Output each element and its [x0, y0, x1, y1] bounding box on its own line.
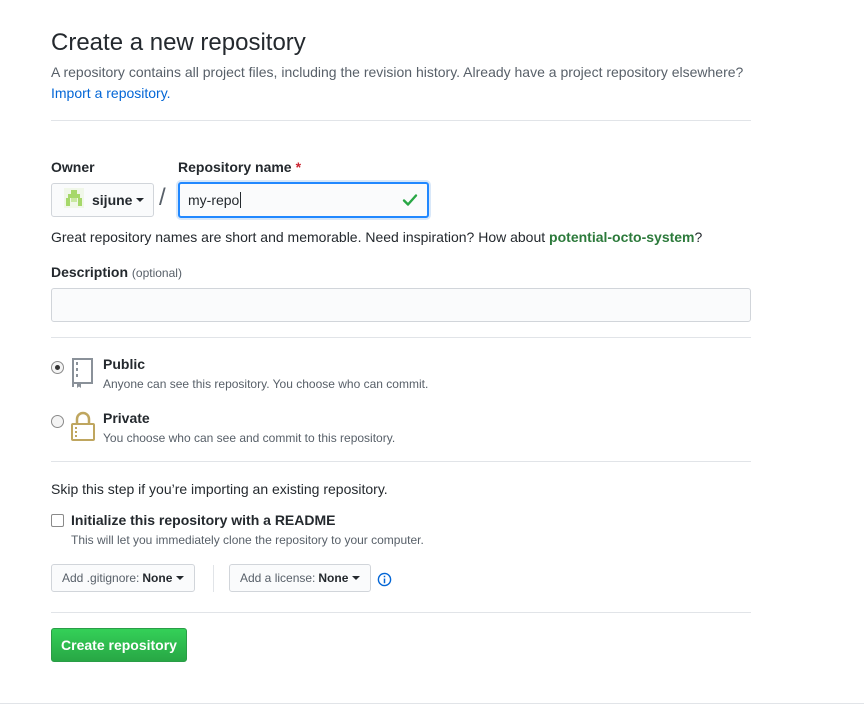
- optional-tag: (optional): [131, 266, 182, 280]
- chevron-down-icon: [352, 576, 361, 580]
- gitignore-prefix: Add .gitignore:: [62, 571, 140, 585]
- chevron-down-icon: [176, 576, 185, 580]
- description-label-text: Description: [51, 264, 129, 280]
- footer-divider: [0, 703, 864, 704]
- private-radio[interactable]: [51, 415, 64, 428]
- owner-repo-separator: /: [159, 184, 166, 211]
- divider: [51, 337, 751, 338]
- import-repository-link[interactable]: Import a repository.: [51, 85, 171, 101]
- repo-name-input[interactable]: my-repo: [178, 182, 429, 218]
- gitignore-value: None: [142, 571, 173, 585]
- create-repository-button[interactable]: Create repository: [51, 628, 187, 662]
- license-value: None: [318, 571, 349, 585]
- repo-name-hint: Great repository names are short and mem…: [51, 229, 702, 245]
- readme-note: This will let you immediately clone the …: [71, 533, 424, 547]
- required-mark: *: [295, 159, 302, 175]
- repo-name-label: Repository name *: [178, 159, 301, 175]
- divider: [51, 461, 751, 462]
- owner-label: Owner: [51, 159, 95, 175]
- public-title: Public: [103, 356, 146, 372]
- divider: [51, 612, 751, 613]
- readme-checkbox[interactable]: [51, 514, 64, 527]
- page-title: Create a new repository: [51, 29, 306, 56]
- hint-text: Great repository names are short and mem…: [51, 229, 550, 245]
- license-dropdown[interactable]: Add a license: None: [229, 564, 372, 592]
- info-icon[interactable]: [377, 572, 392, 592]
- owner-name: sijune: [92, 192, 133, 208]
- name-suggestion-link[interactable]: potential-octo-system: [549, 229, 694, 245]
- lock-icon: [70, 410, 96, 447]
- readme-label[interactable]: Initialize this repository with a README: [71, 512, 335, 528]
- private-title: Private: [103, 410, 150, 426]
- repo-name-label-text: Repository name: [178, 159, 292, 175]
- owner-avatar-icon: [64, 187, 84, 213]
- owner-dropdown[interactable]: sijune: [51, 183, 154, 217]
- divider: [51, 120, 751, 121]
- hint-end: ?: [694, 229, 703, 245]
- description-label: Description (optional): [51, 264, 182, 280]
- chevron-down-icon: [136, 198, 145, 202]
- gitignore-dropdown[interactable]: Add .gitignore: None: [51, 564, 196, 592]
- private-note: You choose who can see and commit to thi…: [103, 431, 396, 445]
- repo-book-icon: [70, 357, 96, 394]
- text-cursor: [240, 192, 242, 208]
- page-subtitle: A repository contains all project files,…: [51, 64, 744, 80]
- public-radio[interactable]: [51, 361, 64, 374]
- description-input[interactable]: [51, 288, 751, 322]
- check-icon: [402, 192, 418, 213]
- license-prefix: Add a license:: [240, 571, 316, 585]
- repo-name-value: my-repo: [188, 192, 240, 208]
- skip-step-text: Skip this step if you’re importing an ex…: [51, 481, 388, 497]
- vertical-divider: [213, 565, 214, 592]
- public-note: Anyone can see this repository. You choo…: [103, 377, 429, 391]
